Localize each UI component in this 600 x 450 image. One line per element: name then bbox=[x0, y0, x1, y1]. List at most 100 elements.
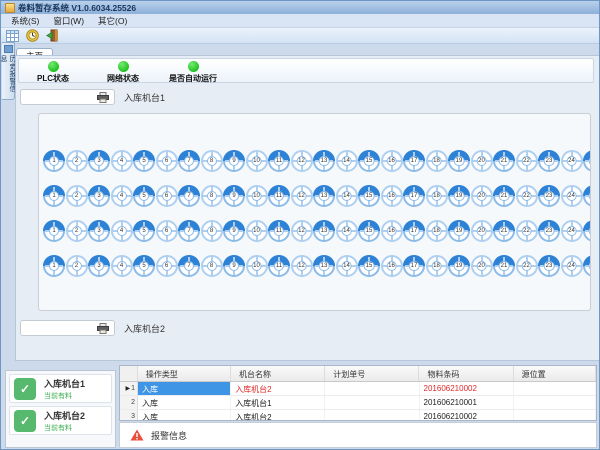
coil-slot-20-empty: 20 bbox=[471, 185, 493, 207]
table-cell[interactable] bbox=[514, 410, 596, 421]
table-row[interactable]: ▶1入库入库机台2201606210002 bbox=[120, 382, 596, 396]
coil-slot-23-occupied: 23 bbox=[538, 150, 560, 172]
table-cell[interactable]: 入库 bbox=[138, 410, 231, 421]
coil-slot-15-occupied: 15 bbox=[358, 220, 380, 242]
coil-slot-8-empty: 8 bbox=[201, 220, 223, 242]
coil-slot-24-empty: 24 bbox=[561, 255, 583, 277]
coil-slot-12-empty: 12 bbox=[291, 220, 313, 242]
column-header[interactable]: 操作类型 bbox=[138, 366, 231, 381]
exit-door-icon[interactable] bbox=[45, 29, 60, 42]
coil-slot-3-occupied: 3 bbox=[88, 185, 110, 207]
station2-button[interactable] bbox=[20, 320, 115, 336]
table-cell[interactable]: 入库机台2 bbox=[231, 382, 325, 395]
coil-slot-10-empty: 10 bbox=[246, 220, 268, 242]
coil-slot-13-occupied: 13 bbox=[313, 220, 335, 242]
table-cell[interactable]: 入库机台1 bbox=[231, 396, 325, 409]
coil-slot-2-empty: 2 bbox=[66, 220, 88, 242]
table-cell[interactable]: 入库 bbox=[138, 382, 231, 395]
coil-slot-19-occupied: 19 bbox=[448, 185, 470, 207]
table-header-row: 操作类型机台名称计划单号物料条码源位置 bbox=[120, 366, 596, 382]
station1-label: 入库机台1 bbox=[124, 91, 165, 104]
station1-button[interactable] bbox=[20, 89, 115, 105]
table-row[interactable]: 3入库入库机台2 201606210002 bbox=[120, 410, 596, 421]
status-indicator-label: 是否自动运行 bbox=[169, 73, 217, 84]
coil-slot-22-empty: 22 bbox=[516, 185, 538, 207]
coil-slot-20-empty: 20 bbox=[471, 255, 493, 277]
table-cell[interactable]: 入库 bbox=[138, 396, 231, 409]
table-cell[interactable]: 入库机台2 bbox=[231, 410, 325, 421]
coil-slot-21-occupied: 21 bbox=[493, 255, 515, 277]
column-header[interactable]: 机台名称 bbox=[231, 366, 325, 381]
app-icon bbox=[5, 3, 15, 13]
coil-slot-17-occupied: 17 bbox=[403, 255, 425, 277]
current-row-arrow-icon: ▶ bbox=[125, 385, 130, 392]
machine-card-info: 入库机台2当前有料 bbox=[44, 409, 85, 433]
table-cell[interactable] bbox=[514, 382, 596, 395]
column-header[interactable]: 物料条码 bbox=[419, 366, 513, 381]
coil-slot-12-empty: 12 bbox=[291, 255, 313, 277]
coil-slot-11-occupied: 11 bbox=[268, 255, 290, 277]
coil-slot-5-occupied: 5 bbox=[133, 185, 155, 207]
coil-slot-3-occupied: 3 bbox=[88, 220, 110, 242]
coil-slot-3-occupied: 3 bbox=[88, 150, 110, 172]
green-status-dot bbox=[188, 61, 199, 72]
menu-bar: 系统(S) 窗口(W) 其它(O) bbox=[1, 14, 599, 28]
coil-slot-18-empty: 18 bbox=[426, 255, 448, 277]
table-cell[interactable]: 201606210002 bbox=[420, 410, 514, 421]
dock-tab-history-alarm[interactable]: 历史报警信息 bbox=[2, 42, 15, 100]
table-cell[interactable] bbox=[514, 396, 596, 409]
menu-system[interactable]: 系统(S) bbox=[4, 15, 46, 27]
coil-slot-17-occupied: 17 bbox=[403, 150, 425, 172]
machine-card-status: 当前有料 bbox=[44, 423, 85, 433]
column-header[interactable]: 计划单号 bbox=[325, 366, 419, 381]
coil-slot-21-occupied: 21 bbox=[493, 185, 515, 207]
status-indicator-0: PLC状态 bbox=[27, 61, 79, 84]
table-cell[interactable] bbox=[325, 382, 419, 395]
table-corner-cell bbox=[120, 366, 138, 381]
table-cell[interactable]: 201606210001 bbox=[420, 396, 514, 409]
coil-slot-1-occupied: 1 bbox=[43, 185, 65, 207]
coil-slot-11-occupied: 11 bbox=[268, 150, 290, 172]
table-row[interactable]: 2入库入库机台1 201606210001 bbox=[120, 396, 596, 410]
coil-slot-12-empty: 12 bbox=[291, 150, 313, 172]
coil-slot-24-empty: 24 bbox=[561, 150, 583, 172]
coil-slot-15-occupied: 15 bbox=[358, 255, 380, 277]
coil-slot-4-empty: 4 bbox=[111, 150, 133, 172]
slot-row-4: 1234567891011121314151617181920212223242… bbox=[43, 255, 590, 277]
status-indicator-1: 网络状态 bbox=[97, 61, 149, 84]
table-cell[interactable] bbox=[325, 396, 419, 409]
row-indicator: 3 bbox=[120, 410, 138, 421]
green-status-dot bbox=[118, 61, 129, 72]
coil-slot-19-occupied: 19 bbox=[448, 150, 470, 172]
coil-slot-9-occupied: 9 bbox=[223, 220, 245, 242]
coil-slot-18-empty: 18 bbox=[426, 185, 448, 207]
machine-card-2: ✓ 入库机台2当前有料 bbox=[9, 406, 112, 435]
coil-slot-7-occupied: 7 bbox=[178, 255, 200, 277]
coil-slot-25-occupied: 25 bbox=[583, 255, 591, 277]
coil-slot-15-occupied: 15 bbox=[358, 185, 380, 207]
printer-icon bbox=[97, 323, 109, 334]
menu-window[interactable]: 窗口(W) bbox=[46, 15, 91, 27]
coil-slot-14-empty: 14 bbox=[336, 185, 358, 207]
coil-slot-24-empty: 24 bbox=[561, 185, 583, 207]
row-indicator: 2 bbox=[120, 396, 138, 409]
coil-slot-14-empty: 14 bbox=[336, 150, 358, 172]
table-cell[interactable]: 201606210002 bbox=[420, 382, 514, 395]
coil-slot-8-empty: 8 bbox=[201, 185, 223, 207]
column-header[interactable]: 源位置 bbox=[514, 366, 596, 381]
grid-icon[interactable] bbox=[5, 29, 20, 42]
table-cell[interactable] bbox=[325, 410, 419, 421]
coil-slot-2-empty: 2 bbox=[66, 255, 88, 277]
warning-triangle-icon bbox=[130, 429, 144, 441]
menu-other[interactable]: 其它(O) bbox=[91, 15, 134, 27]
coil-slot-21-occupied: 21 bbox=[493, 220, 515, 242]
coil-slot-16-empty: 16 bbox=[381, 220, 403, 242]
coil-slot-6-empty: 6 bbox=[156, 185, 178, 207]
machine-card-title: 入库机台2 bbox=[44, 409, 85, 422]
clock-icon[interactable] bbox=[25, 29, 40, 42]
check-icon: ✓ bbox=[14, 410, 36, 432]
coil-slot-2-empty: 2 bbox=[66, 185, 88, 207]
green-status-dot bbox=[48, 61, 59, 72]
coil-slot-16-empty: 16 bbox=[381, 185, 403, 207]
coil-slot-6-empty: 6 bbox=[156, 255, 178, 277]
